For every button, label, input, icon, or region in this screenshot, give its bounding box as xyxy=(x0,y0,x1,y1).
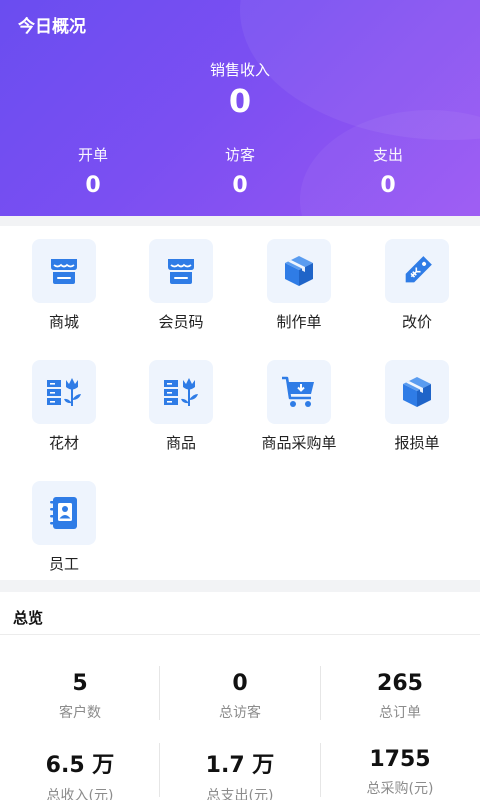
overview-customers: 5 客户数 xyxy=(0,671,160,722)
overview-value: 265 xyxy=(377,671,423,696)
stat-visitors: 访客 0 xyxy=(160,144,320,198)
overview-value: 1755 xyxy=(369,747,431,772)
menu-item-label: 会员码 xyxy=(158,313,204,331)
overview-orders: 265 总订单 xyxy=(320,671,480,722)
stat-value: 0 xyxy=(85,173,101,198)
staff-book-icon xyxy=(32,481,96,545)
shopping-cart-icon xyxy=(267,360,331,424)
stat-expense: 支出 0 xyxy=(308,144,468,198)
overview-section: 总览 5 客户数 0 总访客 265 总订单 6.5 万 总收入(元) 1.7 … xyxy=(0,592,480,800)
overview-value: 6.5 万 xyxy=(45,753,115,778)
menu-item-label: 制作单 xyxy=(276,313,322,331)
box-icon xyxy=(385,360,449,424)
menu-item-production-order[interactable]: 制作单 xyxy=(240,239,358,332)
menu-item-label: 员工 xyxy=(48,555,79,573)
stat-label: 访客 xyxy=(224,146,255,164)
stat-value: 0 xyxy=(232,173,248,198)
overview-income: 6.5 万 总收入(元) xyxy=(0,747,160,800)
overview-value: 5 xyxy=(72,671,88,696)
overview-caption: 总访客 xyxy=(219,705,261,721)
store-icon xyxy=(32,239,96,303)
overview-caption: 总支出(元) xyxy=(206,788,274,800)
menu-item-member-code[interactable]: 会员码 xyxy=(122,239,240,332)
sales-value: 0 xyxy=(228,82,252,120)
overview-purchase: 1755 总采购(元) xyxy=(320,747,480,798)
overview-caption: 总收入(元) xyxy=(46,788,114,800)
price-tag-icon xyxy=(385,239,449,303)
divider xyxy=(0,634,480,635)
sales-label: 销售收入 xyxy=(209,61,270,79)
menu-item-label: 商品采购单 xyxy=(261,434,337,452)
menu-item-label: 改价 xyxy=(401,313,432,331)
overview-caption: 总订单 xyxy=(379,705,421,721)
menu-item-staff[interactable]: 员工 xyxy=(5,481,123,574)
stat-label: 开单 xyxy=(77,146,108,164)
flower-rack-icon xyxy=(149,360,213,424)
overview-visitors: 0 总访客 xyxy=(160,671,320,722)
menu-item-label: 商品 xyxy=(165,434,196,452)
menu-item-label: 报损单 xyxy=(394,434,440,452)
menu-item-purchase-order[interactable]: 商品采购单 xyxy=(240,360,358,453)
stat-label: 支出 xyxy=(372,146,403,164)
store-icon xyxy=(149,239,213,303)
function-grid: 商城 会员码 制作单 改价 花材 商品 商品采购单 报损单 员工 xyxy=(0,226,480,580)
menu-item-label: 商城 xyxy=(48,313,79,331)
menu-item-mall[interactable]: 商城 xyxy=(5,239,123,332)
box-icon xyxy=(267,239,331,303)
stat-value: 0 xyxy=(380,173,396,198)
overview-title: 总览 xyxy=(13,609,44,627)
flower-rack-icon xyxy=(32,360,96,424)
menu-item-goods[interactable]: 商品 xyxy=(122,360,240,453)
overview-expense: 1.7 万 总支出(元) xyxy=(160,747,320,800)
today-overview-header: 今日概况 销售收入 0 开单 0 访客 0 支出 0 xyxy=(0,0,480,216)
overview-caption: 总采购(元) xyxy=(366,781,434,797)
page-title: 今日概况 xyxy=(18,17,86,37)
menu-item-change-price[interactable]: 改价 xyxy=(358,239,476,332)
overview-value: 0 xyxy=(232,671,248,696)
menu-item-loss-report[interactable]: 报损单 xyxy=(358,360,476,453)
menu-item-flower-material[interactable]: 花材 xyxy=(5,360,123,453)
overview-value: 1.7 万 xyxy=(205,753,275,778)
menu-item-label: 花材 xyxy=(48,434,79,452)
stat-orders: 开单 0 xyxy=(13,144,173,198)
overview-caption: 客户数 xyxy=(59,705,101,721)
